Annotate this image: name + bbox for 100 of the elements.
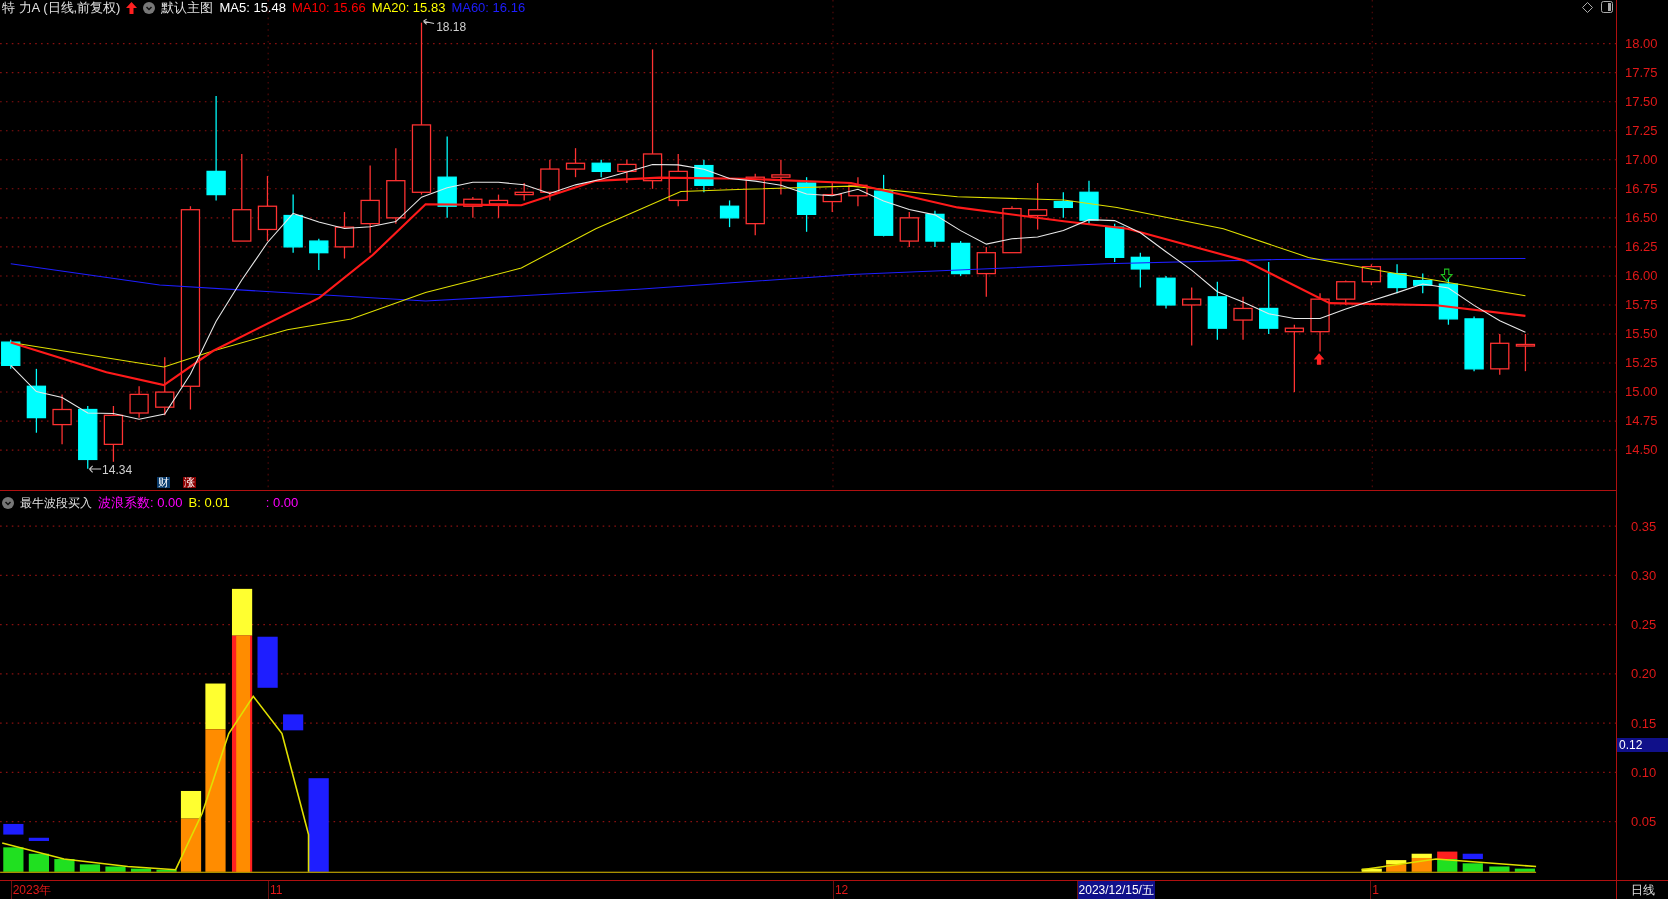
axis-label: 0.30 [1631, 568, 1657, 582]
candlestick [1515, 333, 1536, 372]
candlestick [745, 173, 765, 236]
axis-label: 14.75 [1625, 414, 1658, 428]
axis-label: 16.75 [1625, 181, 1658, 195]
candlestick [1464, 315, 1484, 372]
candlestick [1387, 263, 1407, 294]
candlestick [257, 175, 278, 242]
current-value-badge: 0.12 [1617, 737, 1668, 752]
candlestick [848, 176, 868, 207]
indicator-value: MA60: 16.16 [451, 0, 526, 18]
time-label: 1 [1370, 881, 1380, 899]
candlestick [52, 393, 72, 445]
indicator-value: 波浪系数: 0.00 [98, 494, 183, 512]
candlestick [873, 174, 894, 238]
event-badge[interactable]: 财 [157, 476, 171, 488]
stock-title: 特 力A (日线,前复权) [2, 0, 121, 18]
candlestick [78, 405, 98, 470]
period-tab[interactable]: 日线 [1617, 881, 1668, 899]
indicator-value: : 0.00 [265, 494, 299, 512]
candlestick [1438, 277, 1459, 326]
up-arrow-icon [1313, 353, 1325, 365]
template-label[interactable]: 默认主图 [161, 0, 214, 18]
axis-label: 18.00 [1625, 36, 1658, 50]
axis-label: 0.25 [1631, 618, 1657, 632]
indicator-value: MA20: 15.83 [371, 0, 446, 18]
axis-label: 15.75 [1625, 298, 1658, 311]
time-label: 2023年 [10, 881, 53, 899]
candlestick [1104, 223, 1125, 263]
panel-toggle-icon[interactable] [1601, 1, 1613, 13]
time-label: 11 [268, 881, 284, 899]
chevron-down-icon[interactable] [143, 2, 156, 14]
axis-label: 15.50 [1625, 327, 1658, 340]
event-badge[interactable]: 涨 [182, 476, 196, 488]
axis-label: 15.25 [1625, 356, 1658, 370]
indicator-title[interactable]: 最牛波段买入 [20, 493, 92, 512]
candlestick [155, 356, 175, 416]
candlestick [283, 193, 303, 254]
axis-label: 0.15 [1631, 716, 1657, 730]
axis-label: 17.75 [1625, 65, 1658, 79]
axis-label: 14.50 [1625, 443, 1658, 457]
candlestick [668, 153, 688, 207]
candlestick [925, 210, 945, 248]
time-label: 2023/12/15/五 [1076, 881, 1155, 899]
candlestick [103, 405, 124, 463]
price-label: 18.18 [436, 21, 467, 34]
candlestick [719, 199, 740, 228]
candlestick [1156, 275, 1176, 310]
candlestick [1130, 252, 1151, 289]
candlestick [950, 240, 971, 277]
candlestick [1002, 205, 1022, 254]
candlestick [334, 211, 355, 260]
down-arrow-icon [1440, 268, 1454, 282]
diamond-icon[interactable] [1582, 2, 1593, 13]
axis-label: 16.00 [1625, 268, 1658, 282]
candlestick [540, 159, 560, 202]
time-label: 12 [832, 881, 850, 899]
candlestick [1, 339, 21, 370]
axis-label: 0.10 [1631, 765, 1657, 779]
up-arrow-icon [126, 2, 138, 14]
indicator-value: B: 0.01 [188, 494, 230, 512]
candlestick [26, 368, 47, 434]
candlestick [1413, 272, 1433, 294]
axis-label: 17.00 [1625, 152, 1658, 166]
candlestick [1027, 182, 1048, 231]
axis-label: 17.50 [1625, 94, 1658, 108]
axis-label: 16.50 [1625, 210, 1658, 224]
candlestick [565, 147, 586, 178]
candlestick [129, 385, 149, 419]
candlestick [796, 176, 817, 233]
indicator-value: MA10: 15.66 [291, 0, 366, 18]
candlestick [1233, 296, 1253, 341]
candlestick [463, 196, 483, 219]
candlestick [694, 159, 714, 193]
chevron-down-icon[interactable] [2, 496, 14, 509]
axis-label: 17.25 [1625, 123, 1658, 137]
candlestick [514, 182, 534, 202]
candlestick [1053, 191, 1073, 219]
indicator-value: MA5: 15.48 [219, 0, 286, 18]
pointer-arrow-icon [422, 18, 435, 25]
axis-label: 0.35 [1631, 519, 1657, 533]
candlestick [309, 238, 329, 271]
axis-label: 15.00 [1625, 385, 1658, 399]
axis-label: 16.25 [1625, 239, 1658, 253]
axis-label: 0.20 [1631, 667, 1657, 681]
candlestick [488, 193, 509, 219]
candlestick [617, 159, 637, 184]
candlestick [822, 182, 842, 213]
candlestick [976, 246, 996, 298]
price-label: 14.34 [102, 463, 133, 476]
candlestick [1079, 180, 1099, 225]
pointer-arrow-icon [88, 465, 102, 473]
candlestick [771, 159, 791, 196]
candlestick [1310, 292, 1330, 353]
candlestick [591, 159, 611, 178]
candlestick [1182, 286, 1202, 347]
candlestick [1361, 263, 1382, 286]
candlestick [1284, 324, 1305, 393]
axis-label: 0.05 [1631, 815, 1657, 829]
candlestick [899, 211, 919, 248]
